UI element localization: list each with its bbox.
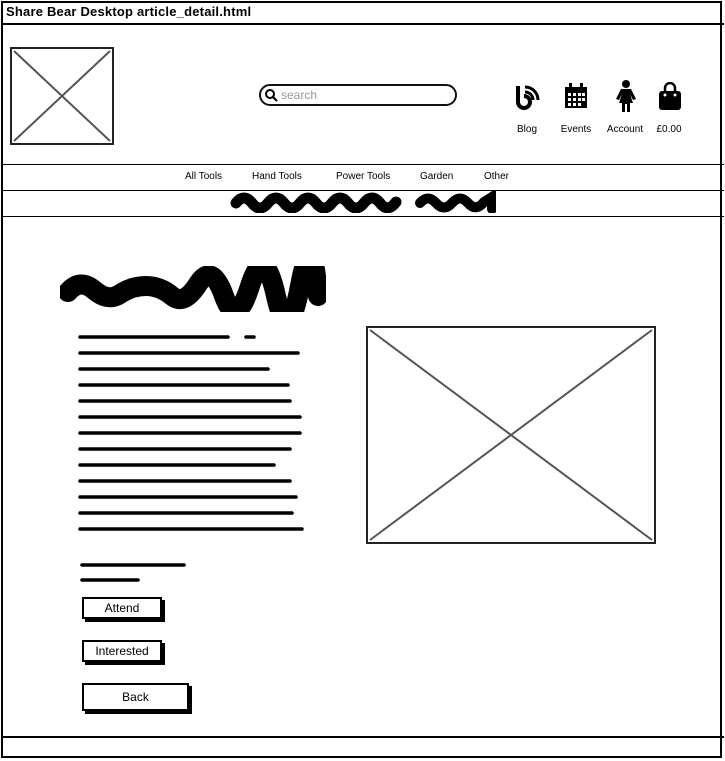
nav-all-tools[interactable]: All Tools (185, 171, 222, 182)
event-meta-scribble (80, 563, 186, 582)
search-icon (264, 88, 278, 107)
search-box[interactable]: search (259, 84, 457, 106)
blog-icon[interactable] (513, 82, 543, 112)
attend-button[interactable]: Attend (82, 597, 162, 619)
banner-bottom-divider (1, 216, 724, 217)
basket-total[interactable]: £0.00 (639, 124, 699, 135)
footer-divider (1, 736, 724, 738)
account-icon[interactable] (612, 79, 642, 112)
interested-button[interactable]: Interested (82, 640, 162, 662)
article-image-placeholder (366, 326, 656, 544)
nav-hand-tools[interactable]: Hand Tools (252, 171, 302, 182)
logo-placeholder[interactable] (10, 47, 114, 145)
window-title: Share Bear Desktop article_detail.html (6, 4, 252, 19)
banner-scribble (230, 191, 496, 213)
image-placeholder-icon (13, 50, 111, 142)
search-input[interactable]: search (281, 88, 317, 102)
events-icon[interactable] (563, 82, 593, 112)
article-body-scribble (78, 335, 304, 531)
nav-other[interactable]: Other (484, 171, 509, 182)
bag-icon[interactable] (657, 81, 687, 112)
titlebar-divider (1, 23, 724, 25)
nav-top-divider (1, 164, 724, 165)
nav-power-tools[interactable]: Power Tools (336, 171, 390, 182)
back-button[interactable]: Back (82, 683, 189, 711)
nav-garden[interactable]: Garden (420, 171, 453, 182)
article-title-scribble (60, 266, 326, 312)
image-placeholder-icon (369, 329, 653, 541)
